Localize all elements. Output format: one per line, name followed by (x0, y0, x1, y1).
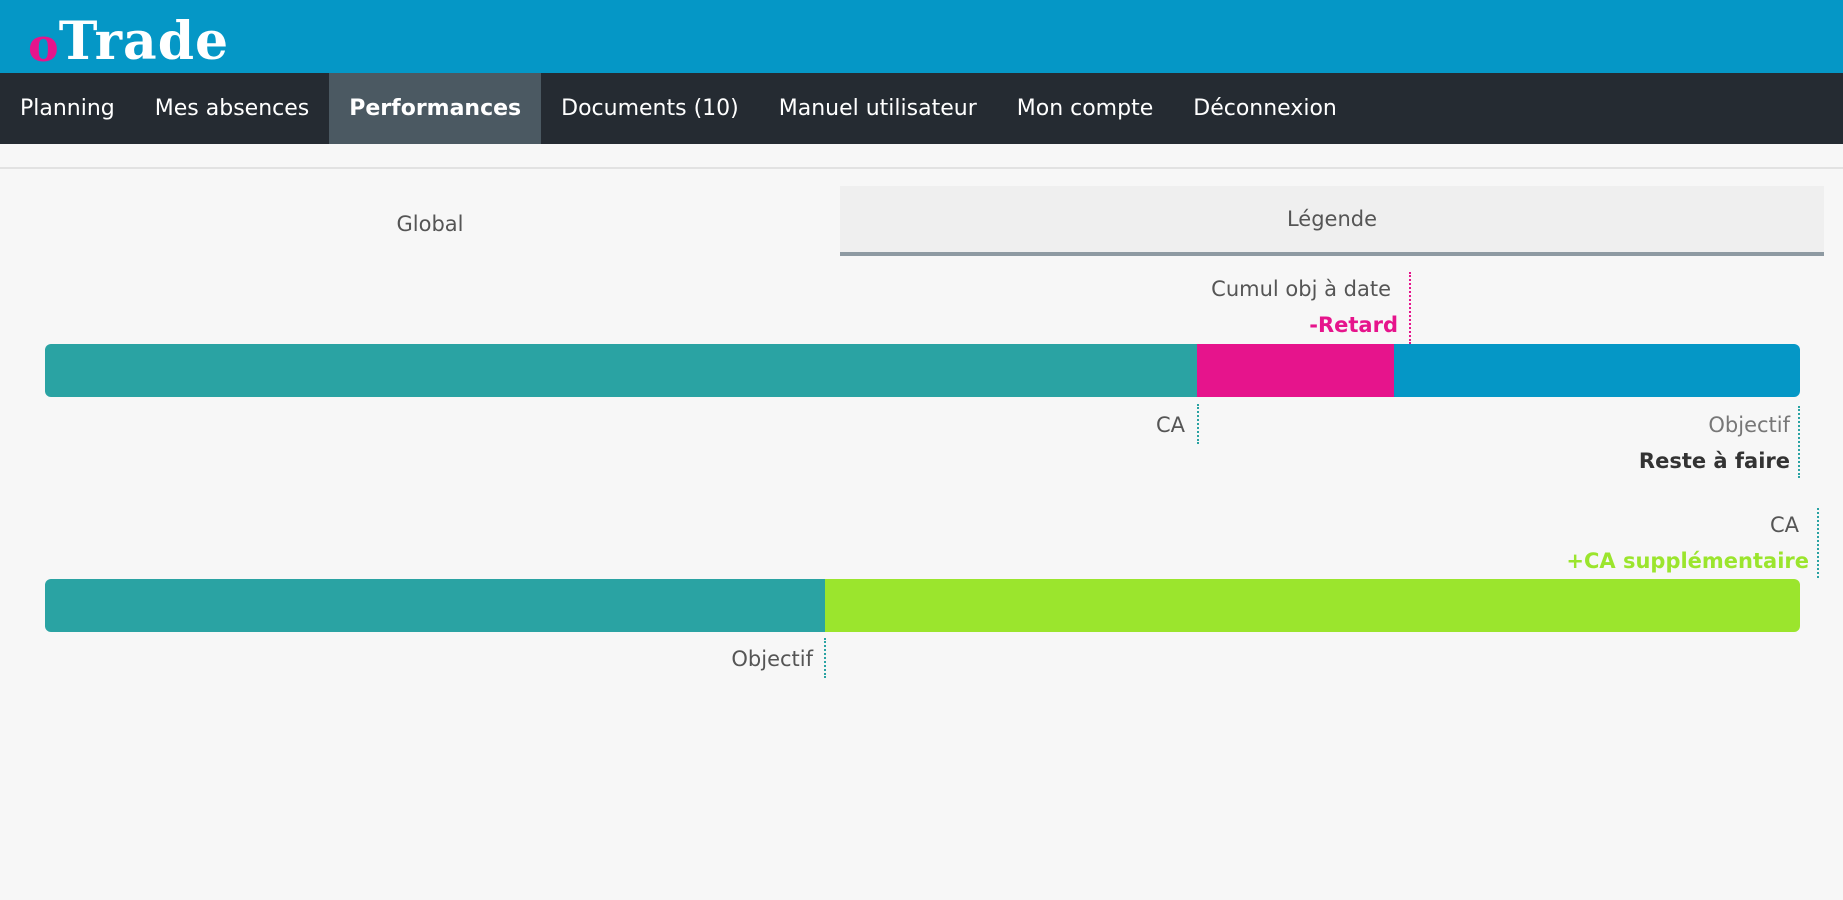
logo-o: o (28, 18, 59, 72)
nav-performances[interactable]: Performances (329, 73, 542, 144)
app-header: o Trade (0, 0, 1843, 73)
nav-mes-absences[interactable]: Mes absences (135, 73, 329, 144)
objectif-label-2: Objectif (731, 647, 813, 671)
nav-documents[interactable]: Documents (10) (541, 73, 759, 144)
retard-segment (1197, 344, 1394, 397)
objectif-label: Objectif (1708, 413, 1790, 437)
nav-deconnexion[interactable]: Déconnexion (1173, 73, 1357, 144)
objectif-segment (45, 579, 825, 632)
nav-manuel-utilisateur[interactable]: Manuel utilisateur (759, 73, 997, 144)
ca-segment (45, 344, 1197, 397)
supplement-segment (825, 579, 1800, 632)
objectif-marker-2 (824, 638, 826, 678)
ca-marker (1197, 404, 1199, 444)
supplement-label: +CA supplémentaire (1566, 549, 1809, 573)
nav-planning[interactable]: Planning (0, 73, 135, 144)
main-nav: Planning Mes absences Performances Docum… (0, 73, 1843, 144)
otrade-logo[interactable]: o Trade (28, 6, 230, 72)
cumul-marker (1409, 272, 1411, 344)
reste-label: Reste à faire (1638, 449, 1790, 473)
nav-mon-compte[interactable]: Mon compte (997, 73, 1174, 144)
ca-marker-2 (1817, 508, 1819, 578)
ca-label: CA (1155, 413, 1185, 437)
retard-label: -Retard (1309, 313, 1398, 337)
logo-trade: Trade (58, 11, 230, 72)
tab-global[interactable]: Global (20, 190, 840, 258)
tab-legende[interactable]: Légende (840, 186, 1824, 256)
divider (0, 167, 1843, 169)
cumul-obj-label: Cumul obj à date (1211, 277, 1391, 301)
ca-label-2: CA (1769, 513, 1799, 537)
objectif-marker (1798, 406, 1800, 478)
reste-segment (1394, 344, 1800, 397)
